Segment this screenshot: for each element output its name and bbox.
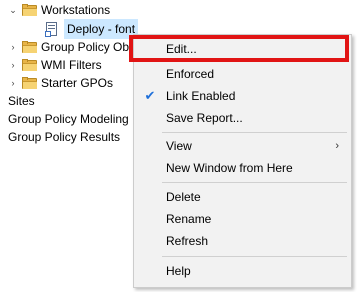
tree-item-label: Group Policy Results [8, 130, 121, 144]
highlight-box [129, 35, 349, 62]
menu-item-refresh[interactable]: Refresh [134, 230, 351, 252]
chevron-down-icon[interactable]: ⌄ [8, 0, 18, 20]
folder-icon [22, 77, 37, 89]
folder-icon [22, 4, 37, 16]
tree-item-label: Group Policy Modeling [8, 112, 129, 126]
tree-item-group-policy-modeling[interactable]: Group Policy Modeling [8, 109, 129, 129]
tree-item-deploy-font[interactable]: Deploy - font [42, 19, 139, 39]
tree-item-workstations[interactable]: ⌄ Workstations [8, 0, 110, 20]
menu-item-help[interactable]: Help [134, 260, 351, 282]
tree-item-label: Group Policy Ob [41, 40, 130, 54]
context-menu: Edit... Enforced ✔ Link Enabled Save Rep… [133, 34, 352, 288]
tree-item-group-policy-results[interactable]: Group Policy Results [8, 127, 120, 147]
tree-item-sites[interactable]: Sites [8, 91, 35, 111]
tree-item-wmi-filters[interactable]: › WMI Filters [8, 55, 102, 75]
tree-item-starter-gpos[interactable]: › Starter GPOs [8, 73, 114, 93]
menu-separator [162, 256, 347, 257]
menu-item-label: Link Enabled [166, 89, 236, 103]
menu-item-delete[interactable]: Delete [134, 186, 351, 208]
menu-item-label: Rename [166, 212, 212, 226]
menu-separator [162, 132, 347, 133]
checkmark-icon: ✔ [144, 88, 156, 103]
menu-item-rename[interactable]: Rename [134, 208, 351, 230]
menu-item-label: New Window from Here [166, 161, 293, 175]
chevron-right-icon[interactable]: › [8, 73, 18, 93]
menu-item-label: Help [166, 264, 191, 278]
menu-item-label: Enforced [166, 67, 215, 81]
gpo-link-icon [45, 21, 59, 37]
menu-item-label: View [166, 139, 192, 153]
folder-icon [22, 59, 37, 71]
menu-item-view[interactable]: View › [134, 135, 351, 157]
tree-item-label: Starter GPOs [41, 76, 114, 90]
tree-item-label: WMI Filters [41, 58, 102, 72]
chevron-right-icon[interactable]: › [8, 37, 18, 57]
chevron-right-icon[interactable]: › [8, 55, 18, 75]
chevron-right-icon: › [335, 140, 339, 152]
menu-separator [162, 182, 347, 183]
tree-item-label: Deploy - font [64, 19, 139, 39]
menu-item-new-window-from-here[interactable]: New Window from Here [134, 157, 351, 179]
menu-item-link-enabled[interactable]: ✔ Link Enabled [134, 85, 351, 107]
menu-item-label: Delete [166, 190, 201, 204]
tree-item-label: Sites [8, 94, 35, 108]
tree-item-label: Workstations [41, 3, 111, 17]
tree-item-group-policy-objects[interactable]: › Group Policy Ob [8, 37, 130, 57]
menu-item-label: Refresh [166, 234, 209, 248]
folder-icon [22, 41, 37, 53]
menu-item-enforced[interactable]: Enforced [134, 63, 351, 85]
menu-item-save-report[interactable]: Save Report... [134, 107, 351, 129]
menu-item-label: Save Report... [166, 111, 243, 125]
